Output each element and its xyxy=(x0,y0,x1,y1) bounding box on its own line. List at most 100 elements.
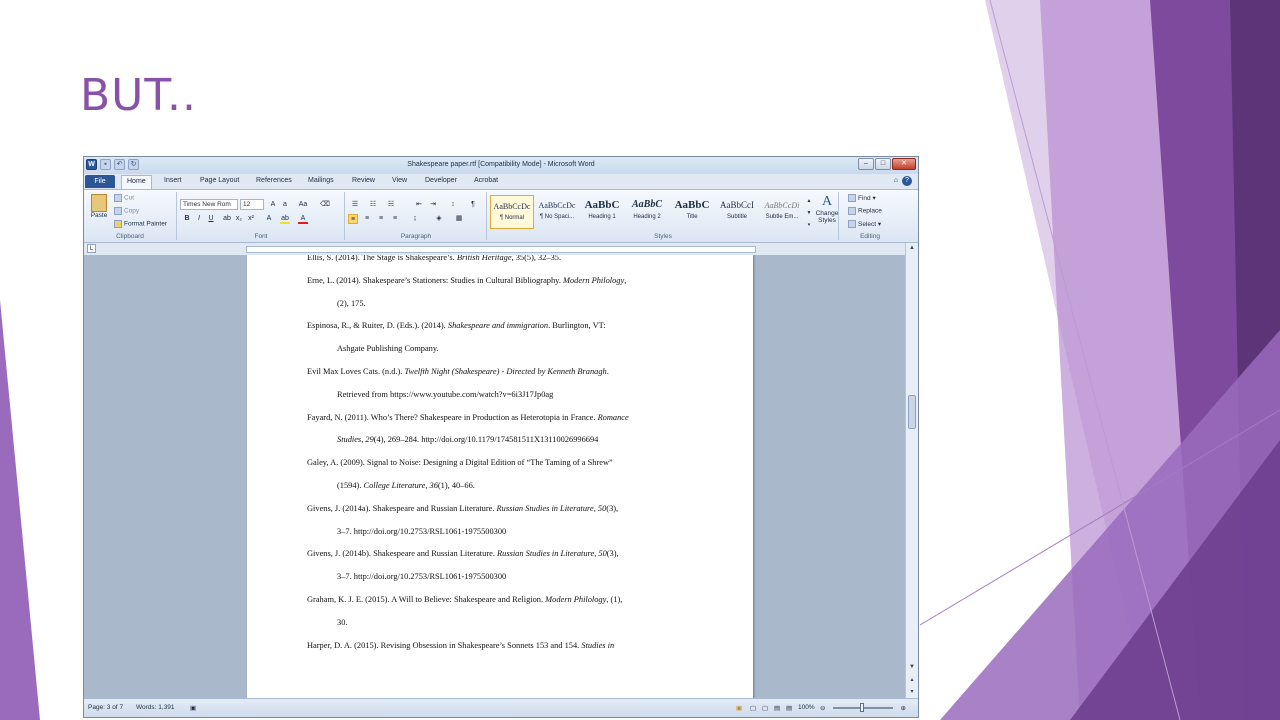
justify-icon[interactable]: ≡ xyxy=(390,214,400,224)
tab-view[interactable]: View xyxy=(392,177,407,184)
scroll-down-icon[interactable]: ▼ xyxy=(908,664,916,672)
find-button[interactable]: Find ▾ xyxy=(848,194,876,203)
style-no-spacing-name: ¶ No Spaci... xyxy=(539,214,575,220)
zoom-level[interactable]: 100% xyxy=(798,704,815,711)
tab-selector-icon[interactable]: L xyxy=(87,244,96,253)
style-subtitle-name: Subtitle xyxy=(726,214,747,220)
decrease-indent-icon[interactable]: ⇤ xyxy=(414,200,424,210)
tab-mailings[interactable]: Mailings xyxy=(308,177,334,184)
zoom-slider-knob[interactable] xyxy=(860,703,864,712)
underline-icon[interactable]: U xyxy=(206,214,216,224)
proofing-icon[interactable]: ▣ xyxy=(190,704,196,712)
grow-font-icon[interactable]: A xyxy=(268,200,278,210)
print-layout-icon[interactable]: ▣ xyxy=(736,704,742,712)
bold-icon[interactable]: B xyxy=(182,214,192,224)
style-title-sample: AaBbC xyxy=(674,199,710,211)
next-page-icon[interactable]: ▾ xyxy=(908,688,916,696)
styles-scroll-up-icon[interactable]: ▲ xyxy=(804,196,814,206)
tab-references[interactable]: References xyxy=(256,177,292,184)
cursor-icon xyxy=(848,220,856,229)
page-count[interactable]: Page: 3 of 7 xyxy=(88,704,123,711)
document-page[interactable]: Ellis, S. (2014). The Stage is Shakespea… xyxy=(247,255,753,700)
brush-icon xyxy=(114,220,122,228)
paragraph-group-label: Paragraph xyxy=(400,233,432,240)
style-heading-2[interactable]: AaBbC Heading 2 xyxy=(625,195,669,229)
zoom-in-icon[interactable]: ⊕ xyxy=(901,704,906,712)
bullets-icon[interactable]: ☰ xyxy=(350,200,360,210)
style-title[interactable]: AaBbC Title xyxy=(670,195,714,229)
align-right-icon[interactable]: ≡ xyxy=(376,214,386,224)
word-count[interactable]: Words: 1,391 xyxy=(136,704,175,711)
style-subtle-emphasis[interactable]: AaBbCcDi Subtle Em... xyxy=(760,195,804,229)
reference-line: Evil Max Loves Cats. (n.d.). Twelfth Nig… xyxy=(307,367,609,376)
tab-acrobat[interactable]: Acrobat xyxy=(474,177,498,184)
reference-line: Givens, J. (2014a). Shakespeare and Russ… xyxy=(307,503,619,513)
sort-icon[interactable]: ↕ xyxy=(448,200,458,210)
change-case-icon[interactable]: Aa xyxy=(298,200,308,210)
tab-review[interactable]: Review xyxy=(352,177,375,184)
strikethrough-icon[interactable]: ab xyxy=(222,214,232,224)
close-icon[interactable]: ✕ xyxy=(892,158,916,170)
ribbon-minimize-icon[interactable]: ⌂ xyxy=(894,177,898,184)
previous-page-icon[interactable]: ▴ xyxy=(908,676,916,684)
full-screen-icon[interactable]: ▢ xyxy=(750,704,756,712)
outline-icon[interactable]: ▤ xyxy=(774,704,780,712)
shrink-font-icon[interactable]: a xyxy=(280,200,290,210)
style-normal-sample: AaBbCcDc xyxy=(493,202,531,211)
subscript-icon[interactable]: x₂ xyxy=(234,214,244,224)
styles-more-icon[interactable]: ▾ xyxy=(804,220,814,230)
paste-label: Paste xyxy=(90,212,108,219)
tab-insert[interactable]: Insert xyxy=(164,177,182,184)
copy-button[interactable]: Copy xyxy=(114,207,139,215)
numbering-icon[interactable]: ☷ xyxy=(368,200,378,210)
line-spacing-icon[interactable]: ↨ xyxy=(410,214,420,224)
replace-button[interactable]: Replace xyxy=(848,207,882,215)
style-heading-1[interactable]: AaBbC Heading 1 xyxy=(580,195,624,229)
borders-icon[interactable]: ▦ xyxy=(454,214,464,224)
style-heading-1-sample: AaBbC xyxy=(584,199,620,211)
zoom-out-icon[interactable]: ⊖ xyxy=(820,704,825,712)
reference-line: Erne, L. (2014). Shakespeare’s Stationer… xyxy=(307,275,627,285)
select-button[interactable]: Select ▾ xyxy=(848,220,881,229)
highlight-icon[interactable]: ab xyxy=(280,214,290,224)
tab-file[interactable]: File xyxy=(85,175,115,188)
web-layout-icon[interactable]: ▢ xyxy=(762,704,768,712)
paste-button[interactable]: Paste xyxy=(88,194,110,219)
scissors-icon xyxy=(114,194,122,202)
style-no-spacing[interactable]: AaBbCcDc ¶ No Spaci... xyxy=(535,195,579,229)
format-painter-button[interactable]: Format Painter xyxy=(114,220,167,228)
text-effects-icon[interactable]: A xyxy=(264,214,274,224)
align-left-icon[interactable]: ≡ xyxy=(348,214,358,224)
tab-page-layout[interactable]: Page Layout xyxy=(200,177,239,184)
change-styles-button[interactable]: A Change Styles xyxy=(814,194,840,224)
window-title: Shakespeare paper.rtf [Compatibility Mod… xyxy=(407,161,595,168)
reference-line: Fayard, N. (2011). Who’s There? Shakespe… xyxy=(307,412,629,422)
show-marks-icon[interactable]: ¶ xyxy=(468,200,478,210)
multilevel-list-icon[interactable]: ☵ xyxy=(386,200,396,210)
font-size-combo[interactable]: 12 xyxy=(240,199,264,210)
italic-icon[interactable]: I xyxy=(194,214,204,224)
style-subtitle[interactable]: AaBbCcI Subtitle xyxy=(715,195,759,229)
help-icon[interactable]: ? xyxy=(902,176,912,186)
font-color-icon[interactable]: A xyxy=(298,214,308,224)
format-painter-label: Format Painter xyxy=(124,220,167,228)
minimize-icon[interactable]: – xyxy=(858,158,874,170)
draft-icon[interactable]: ▤ xyxy=(786,704,792,712)
increase-indent-icon[interactable]: ⇥ xyxy=(428,200,438,210)
shading-icon[interactable]: ◈ xyxy=(434,214,444,224)
vertical-scrollbar[interactable]: ▲ ▼ ▴ ▾ xyxy=(905,243,918,700)
ruler-bar[interactable] xyxy=(246,246,756,253)
replace-icon xyxy=(848,207,856,215)
tab-developer[interactable]: Developer xyxy=(425,177,457,184)
clear-format-icon[interactable]: ⌫ xyxy=(320,200,330,210)
align-center-icon[interactable]: ≡ xyxy=(362,214,372,224)
tab-home[interactable]: Home xyxy=(121,175,152,189)
style-normal[interactable]: AaBbCcDc ¶ Normal xyxy=(490,195,534,229)
cut-button[interactable]: Cut xyxy=(114,194,134,202)
styles-scroll-down-icon[interactable]: ▼ xyxy=(804,208,814,218)
scroll-thumb[interactable] xyxy=(908,395,916,429)
font-name-combo[interactable]: Times New Rom xyxy=(180,199,238,210)
maximize-icon[interactable]: □ xyxy=(875,158,891,170)
superscript-icon[interactable]: x² xyxy=(246,214,256,224)
scroll-up-icon[interactable]: ▲ xyxy=(908,245,916,253)
